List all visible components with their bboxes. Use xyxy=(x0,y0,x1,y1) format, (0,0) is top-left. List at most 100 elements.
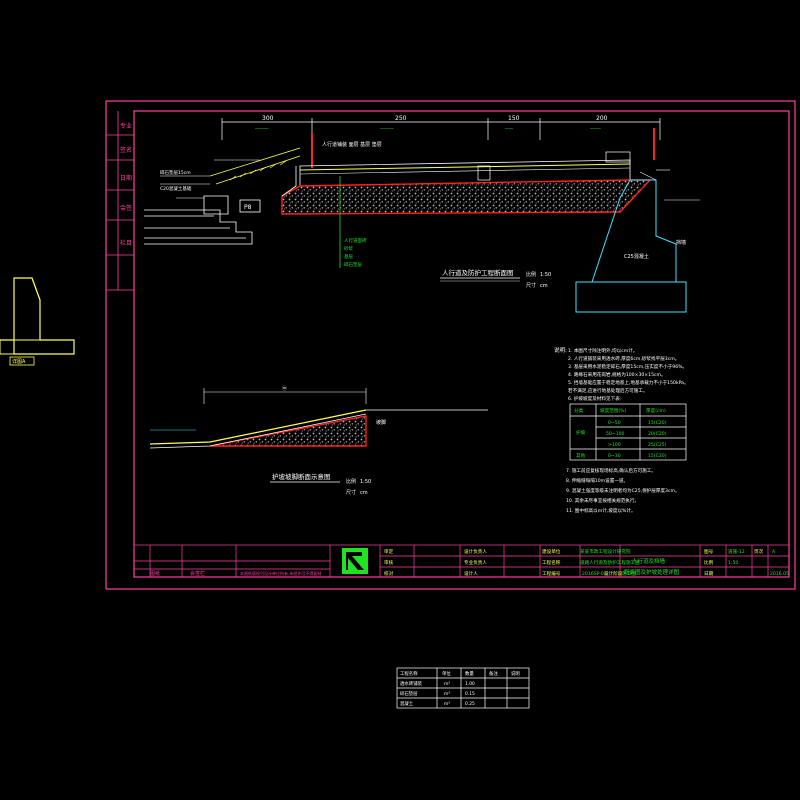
title-block xyxy=(133,544,790,578)
drawing-date: 2016.05 xyxy=(770,571,789,577)
drawing-number: 道施-12 xyxy=(728,548,745,555)
note-line: 10. 其余未尽事宜按相关规范执行。 xyxy=(566,497,639,504)
title-cell: 工程编号 xyxy=(542,570,561,577)
spec-table-header: 厚度(cm) xyxy=(646,407,666,414)
dimension-label: 200 xyxy=(596,115,608,122)
title-cell: 设计负责人 xyxy=(464,548,487,555)
title-cell: 设计阶段 xyxy=(604,570,623,577)
qty-cell: 0.25 xyxy=(465,701,475,707)
title-cell: 设计人 xyxy=(464,570,478,577)
svg-text:───: ─── xyxy=(504,127,513,132)
spec-table-header: 坡度范围(%) xyxy=(600,407,627,414)
main-section-title: 人行道及防护工程断面图 xyxy=(442,268,514,277)
note-line: 9. 混凝土强度等级未注明者均为C25,保护层厚度3cm。 xyxy=(566,487,680,494)
drawing-canvas: 专业 签名 日期 会签 栏目 详图A 300 250 150 200 ───── xyxy=(0,100,796,709)
note-line: 8. 伸缩缝每隔10m设置一道。 xyxy=(566,477,628,484)
scale-label: 尺寸 xyxy=(526,282,536,289)
qty-header: 数量 xyxy=(465,670,474,677)
slope-section-title: 护坡坡脚断面示意图 xyxy=(272,472,331,481)
qty-header: 单位 xyxy=(442,670,451,677)
side-strip xyxy=(106,111,134,291)
spec-table-group: 护坡 xyxy=(576,429,586,436)
scale-label: 尺寸 xyxy=(346,489,356,496)
company-logo xyxy=(342,548,368,574)
title-cell: 建设单位 xyxy=(542,548,561,555)
qty-header: 备注 xyxy=(489,670,498,677)
title-cell: 校对 xyxy=(384,570,394,577)
qty-cell: 0.15 xyxy=(465,691,475,697)
svg-text:─────: ───── xyxy=(254,127,269,132)
wall-body-label: C25混凝土 xyxy=(624,253,649,260)
spec-table-cell: 其他 xyxy=(576,452,586,459)
dimension-label: 250 xyxy=(395,115,407,122)
base-tag: P8 xyxy=(244,204,252,211)
title-cell: 会签栏 xyxy=(190,570,205,577)
slope-edge-label: 坡脚 xyxy=(376,419,386,426)
spec-table-cell: 25(C25) xyxy=(648,442,667,448)
side-strip-cell: 日期 xyxy=(120,174,132,182)
svg-text:ⓜ: ⓜ xyxy=(282,385,287,392)
company-name: 某某市政工程设计研究院 xyxy=(580,548,631,555)
drawing-title: 人行道及挡墙 xyxy=(632,557,666,565)
quantity-table: 工程名称 单位 数量 备注 说明 透水砖铺装 m² 1.00 碎石垫层 m³ 0… xyxy=(396,667,530,709)
qty-cell: 1.00 xyxy=(465,681,475,687)
spec-table-cell: 15(C20) xyxy=(648,420,667,426)
left-detail: 详图A xyxy=(0,277,75,366)
title-cell: 专业负责人 xyxy=(464,559,487,566)
scale-value: cm xyxy=(540,283,548,289)
scale-label: 比例 xyxy=(346,478,356,485)
layer-label: 人行道面砖 xyxy=(344,237,367,244)
scale-value: 1:50 xyxy=(540,272,551,278)
qty-cell: 混凝土 xyxy=(400,700,414,707)
qty-cell: 透水砖铺装 xyxy=(400,680,423,687)
spec-table-cell: 50~100 xyxy=(606,431,625,437)
note-line: 3. 基层采用水泥稳定碎石,厚度15cm,压实度不小于96%。 xyxy=(568,363,687,370)
copyright-strip: 本图纸版权归设计单位所有,未经许可不得复制 xyxy=(240,570,321,576)
dimension-label: 150 xyxy=(508,115,520,122)
slope-section: ⓜ 坡脚 护坡坡脚断面示意图 比例 1:50 尺寸 cm xyxy=(149,385,488,496)
note-line: 5. 挡墙基础应置于稳定地基上,地基承载力不小于150kPa。 xyxy=(568,379,689,386)
scale-value: cm xyxy=(360,490,368,496)
side-strip-cell: 会签 xyxy=(120,204,132,212)
qty-cell: m² xyxy=(444,682,450,687)
layer-label: 砂浆 xyxy=(344,245,353,252)
notes-heading: 说明: xyxy=(554,346,567,354)
qty-header: 说明 xyxy=(511,670,520,677)
svg-text:────: ──── xyxy=(589,127,601,132)
layer-label: 基层 xyxy=(344,253,353,260)
note-line: 1. 本图尺寸除注明外,均以cm计。 xyxy=(568,347,637,354)
qty-cell: 碎石垫层 xyxy=(400,690,418,697)
title-cell: 图号 xyxy=(704,549,714,555)
spec-table-cell: >100 xyxy=(608,442,621,448)
spec-table-cell: 0~30 xyxy=(608,453,621,459)
drawing-scale: 1:50 xyxy=(728,560,738,566)
qty-cell: m³ xyxy=(444,691,450,697)
spec-table-cell: 15(C20) xyxy=(648,453,667,459)
notes-block: 说明: 1. 本图尺寸除注明外,均以cm计。 2. 人行道铺装采用透水砖,厚度6… xyxy=(554,346,689,514)
note-line: 7. 施工前应复核现场标高,确认后方可施工。 xyxy=(566,467,656,474)
title-cell: 页次 xyxy=(754,548,764,555)
project-number: 2016SP-04 xyxy=(582,571,607,577)
title-cell: 比例 xyxy=(704,559,714,566)
title-cell: 工程名称 xyxy=(542,559,561,566)
spec-table-header: 分类 xyxy=(574,407,584,414)
note-line: 6. 护坡坡度及材料见下表: xyxy=(568,395,622,402)
scale-value: 1:50 xyxy=(360,479,371,485)
side-strip-cell: 签名 xyxy=(120,146,132,154)
svg-text:─────: ───── xyxy=(379,127,394,132)
note-line: 11. 图中标高以m计,坡度以%计。 xyxy=(566,507,636,514)
title-cell: 审核 xyxy=(384,559,394,566)
side-strip-cell: 栏目 xyxy=(120,239,132,247)
layer-label: 碎石垫层 xyxy=(344,261,362,268)
main-section: 300 250 150 200 ───── ───── ─── ──── 人行道… xyxy=(144,115,700,313)
drawing-frame xyxy=(105,100,796,590)
spec-table: 分类 坡度范围(%) 厚度(cm) 护坡 0~50 15(C20) 50~100… xyxy=(569,403,687,461)
title-cell: 日期 xyxy=(704,571,714,577)
note-line: 若不满足,应进行地基处理后方可施工。 xyxy=(568,387,648,394)
top-callout: 人行道铺装 面层 基层 垫层 xyxy=(322,141,382,148)
note-line: 4. 路缘石采用花岗岩,规格为100×30×15cm。 xyxy=(568,371,666,378)
title-cell: 图纸 xyxy=(150,570,160,577)
left-callout: C20混凝土基础 xyxy=(160,185,192,192)
drawing-title: 断面图及护坡处理详图 xyxy=(624,568,680,576)
sheet-value: A xyxy=(772,549,776,555)
